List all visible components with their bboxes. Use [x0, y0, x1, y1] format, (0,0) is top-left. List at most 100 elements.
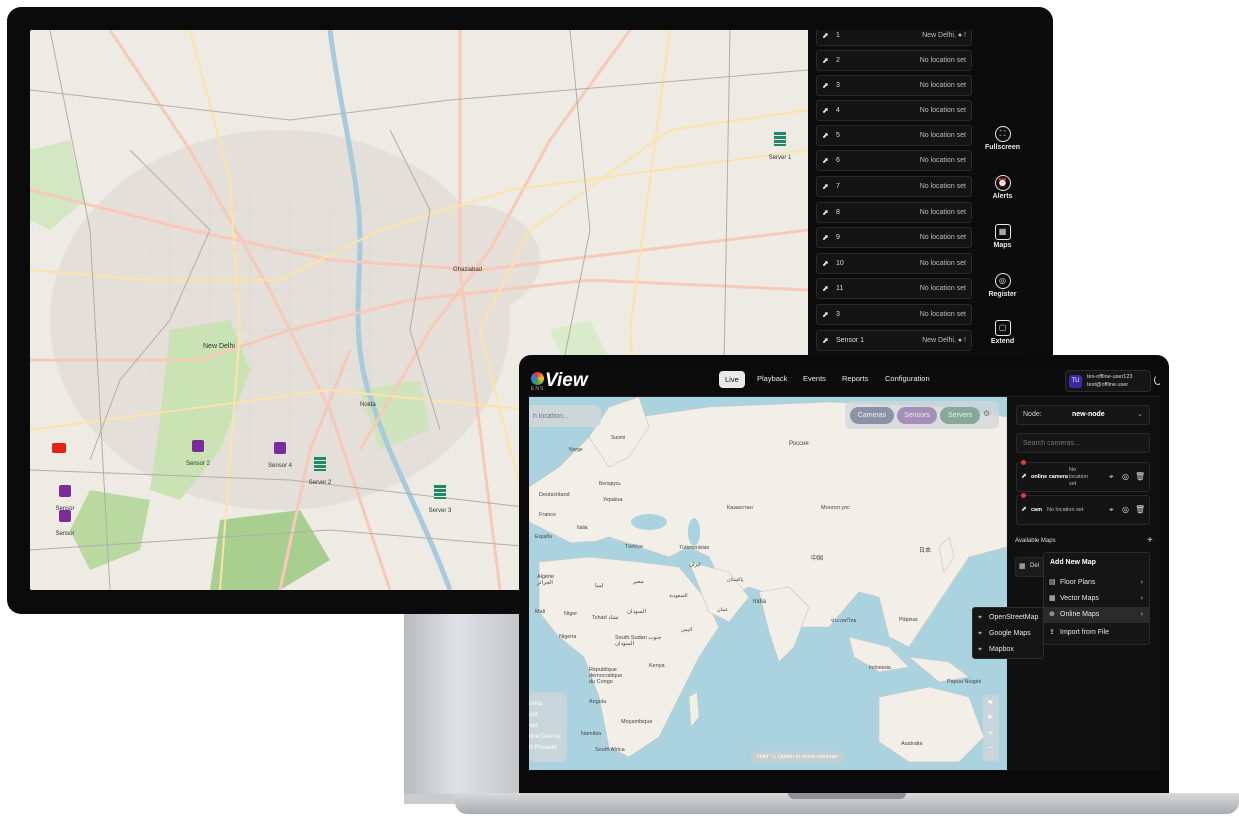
server-marker-1[interactable]: Server 1	[760, 132, 800, 164]
server-marker-3[interactable]: Server 3	[420, 485, 460, 517]
camera-row[interactable]: ⬈ 4 No location set	[816, 100, 972, 121]
map-label-france: France	[539, 512, 557, 518]
extend-button[interactable]: ▢ Extend	[980, 320, 1025, 360]
trash-icon[interactable]: 🗑	[1135, 505, 1145, 514]
sensor-marker-4[interactable]: Sensor 4	[260, 442, 300, 472]
map-label-angola: Angola	[589, 699, 607, 705]
camera-row[interactable]: ⬈ 11 No location set	[816, 278, 972, 299]
sensor-marker-b[interactable]: Sensor	[50, 510, 80, 540]
location-pin-icon[interactable]: ⌖	[1109, 472, 1114, 482]
menu-item-online-maps[interactable]: ⊕ Online Maps ›	[1044, 607, 1149, 623]
filter-sensors-pill[interactable]: Sensors	[897, 407, 937, 424]
camera-icon: ⬈	[822, 156, 829, 165]
camera-icon: ⬈	[822, 259, 829, 268]
status-dot	[1021, 460, 1026, 465]
node-select[interactable]: Node: new-node ⌄	[1016, 405, 1150, 425]
map-label-algerie: Algérie الجزائر	[537, 574, 555, 586]
locate-icon[interactable]: ➤	[987, 713, 993, 721]
map-label-thailand: ประเทศไทย	[831, 618, 857, 624]
camera-row[interactable]: ⬈ 3 No location set	[816, 304, 972, 325]
map-label-new-delhi: New Delhi	[203, 343, 235, 350]
nav-configuration[interactable]: Configuration	[885, 374, 930, 383]
menu-item-label: Import from File	[1060, 629, 1110, 636]
laptop-screen: View ENS Live Playback Events Reports Co…	[529, 365, 1160, 770]
map-label-ghaziabad: Ghaziabad	[453, 267, 483, 273]
sensor-icon	[59, 510, 71, 522]
sensor-label: Sensor 2	[185, 461, 210, 467]
camera-icon: ⬈	[822, 31, 829, 40]
camera-row[interactable]: ⬈ 6 No location set	[816, 150, 972, 171]
camera-row[interactable]: ⬈ 1 New Delhi, ● !	[816, 30, 972, 46]
menu-item-vector-maps[interactable]: ▦ Vector Maps ›	[1044, 591, 1149, 607]
map-label-indonesia: Indonesia	[869, 665, 891, 671]
menu-item-mapbox[interactable]: ⌖ Mapbox	[973, 642, 1043, 658]
menu-item-openstreetmap[interactable]: ⌖ OpenStreetMap	[973, 610, 1043, 626]
nav-playback[interactable]: Playback	[757, 374, 787, 383]
menu-item-label: Vector Maps	[1060, 595, 1099, 602]
server-marker-2[interactable]: Server 2	[300, 457, 340, 489]
camera-row[interactable]: ⬈ 9 No location set	[816, 227, 972, 248]
camera-row[interactable]: ⬈ 8 No location set	[816, 202, 972, 223]
filter-cameras-pill[interactable]: Cameras	[850, 407, 894, 424]
camera-row[interactable]: ⬈ 2 No location set	[816, 50, 972, 71]
nav-events[interactable]: Events	[803, 374, 826, 383]
register-button[interactable]: ◎ Register	[980, 273, 1025, 313]
trash-icon[interactable]: 🗑	[1135, 472, 1145, 481]
map-label-noida: Noida	[360, 402, 376, 408]
camera-card[interactable]: ⬈ cam No location set ⌖ ◎ 🗑	[1016, 493, 1150, 525]
laptop-notch	[788, 793, 906, 799]
camera-card[interactable]: ⬈ online camera No location set ⌖ ◎ 🗑	[1016, 460, 1150, 492]
location-search-input[interactable]	[531, 408, 597, 424]
camera-row[interactable]: ⬈ 5 No location set	[816, 125, 972, 146]
zoom-out-icon[interactable]: −	[988, 743, 993, 752]
settings-gear-icon[interactable]: ⚙	[983, 409, 990, 418]
location-search[interactable]	[529, 405, 601, 427]
camera-icon: ⬈	[822, 106, 829, 115]
avatar: TU	[1069, 375, 1082, 388]
legend-item: nera	[529, 700, 543, 707]
locate-camera-icon[interactable]: ◎	[1122, 505, 1129, 514]
map-list-item[interactable]: ▦ Del	[1015, 557, 1045, 577]
map-label-iran: ایران	[689, 562, 701, 568]
add-map-menu: Add New Map ▤ Floor Plans › ▦ Vector Map…	[1043, 552, 1150, 645]
fullscreen-button[interactable]: ⛶ Fullscreen	[980, 126, 1025, 166]
map-pin-icon: ⌖	[978, 630, 982, 637]
chevron-right-icon: ›	[1140, 611, 1143, 618]
power-icon[interactable]	[1154, 375, 1160, 385]
map-label-mocambique: Moçambique	[621, 719, 653, 725]
filter-servers-pill[interactable]: Servers	[940, 407, 980, 424]
sensor-marker-2[interactable]: Sensor 2	[178, 440, 218, 470]
brand-title: View	[545, 370, 588, 391]
world-map[interactable]: Россия Казахстан Монгол улс 中国 India 日本 …	[529, 397, 1007, 770]
add-map-plus-icon[interactable]: +	[1147, 535, 1153, 546]
maps-button[interactable]: ▦ Maps	[980, 224, 1025, 264]
camera-marker-red[interactable]	[52, 443, 66, 453]
camera-row[interactable]: ⬈ 3 No location set	[816, 75, 972, 96]
move-cameras-hint: Hold ⌥ Option to move cameras	[751, 751, 844, 763]
alerts-button[interactable]: ⏰ Alerts	[980, 175, 1025, 215]
menu-item-floor-plans[interactable]: ▤ Floor Plans ›	[1044, 575, 1149, 591]
camera-icon: ⬈	[822, 131, 829, 140]
nav-reports[interactable]: Reports	[842, 374, 868, 383]
camera-row[interactable]: ⬈ 7 No location set	[816, 176, 972, 197]
search-cameras-input[interactable]	[1016, 433, 1150, 453]
layers-icon[interactable]: ⚑	[987, 699, 993, 707]
camera-icon: ⬈	[822, 182, 829, 191]
chevron-down-icon: ⌄	[1137, 411, 1143, 418]
sensor-row[interactable]: ⬈ Sensor 1 New Delhi, ● !	[816, 330, 972, 351]
menu-item-google-maps[interactable]: ⌖ Google Maps	[973, 626, 1043, 642]
zoom-in-icon[interactable]: +	[988, 728, 993, 737]
locate-camera-icon[interactable]: ◎	[1122, 472, 1129, 481]
map-pin-icon: ⌖	[978, 614, 982, 621]
user-menu[interactable]: TU tes-offline-user123 test@offline.user	[1065, 370, 1151, 392]
menu-item-import-file[interactable]: ⇪ Import from File	[1044, 625, 1149, 641]
server-label: Server 3	[428, 508, 452, 514]
map-label-mali: Mali	[535, 609, 546, 615]
legend-item: rt Present	[529, 744, 558, 751]
camera-row[interactable]: ⬈ 10 No location set	[816, 253, 972, 274]
monitor-side-toolbar: ⛶ Fullscreen ⏰ Alerts ▦ Maps ◎ Register ▢ Ext…	[980, 30, 1025, 352]
map-label-oman: عمان	[717, 607, 729, 613]
location-pin-icon[interactable]: ⌖	[1109, 505, 1114, 515]
nav-live[interactable]: Live	[719, 371, 745, 388]
map-label-belarus: Беларусь	[599, 481, 621, 487]
